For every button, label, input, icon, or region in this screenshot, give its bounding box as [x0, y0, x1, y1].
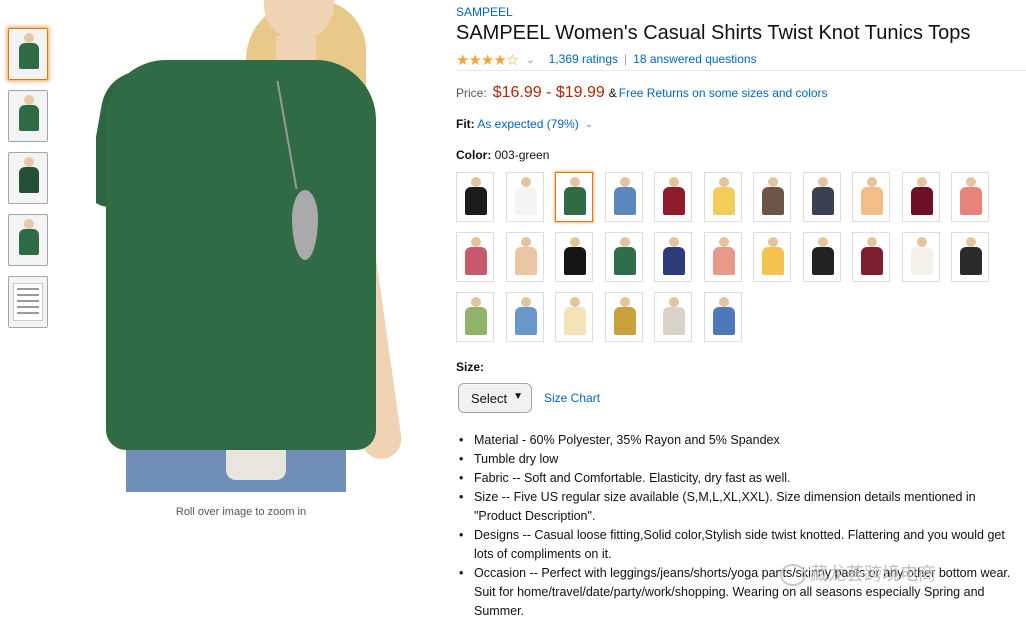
color-swatch-21[interactable]: [902, 232, 940, 282]
color-swatch-24[interactable]: [506, 292, 544, 342]
color-swatch-6[interactable]: [704, 172, 742, 222]
size-select-dropdown[interactable]: Select ▼: [458, 383, 532, 413]
feature-bullet: Designs -- Casual loose fitting,Solid co…: [456, 526, 1026, 564]
size-chart-link[interactable]: Size Chart: [544, 391, 600, 405]
chevron-down-icon[interactable]: ⌄: [585, 119, 593, 130]
color-swatch-13[interactable]: [506, 232, 544, 282]
main-product-image[interactable]: [96, 0, 408, 492]
thumbnail-4[interactable]: [8, 214, 48, 266]
feature-bullets: Material - 60% Polyester, 35% Rayon and …: [456, 431, 1026, 619]
price-amp: &: [608, 86, 617, 100]
color-swatch-27[interactable]: [654, 292, 692, 342]
divider: [456, 70, 1026, 71]
color-swatch-25[interactable]: [555, 292, 593, 342]
size-label: Size:: [456, 360, 485, 374]
watermark-text: 藏龙荟跨境电商: [810, 564, 936, 584]
feature-bullet: Tumble dry low: [456, 450, 1026, 469]
color-swatch-15[interactable]: [605, 232, 643, 282]
color-label: Color:: [456, 148, 492, 162]
size-select-label: Select: [471, 391, 508, 406]
rating-row: ★★★★☆ ⌄ 1,369 ratings | 18 answered question…: [456, 51, 757, 69]
color-swatch-11[interactable]: [951, 172, 989, 222]
color-swatch-28[interactable]: [704, 292, 742, 342]
thumbnail-3[interactable]: [8, 152, 48, 204]
color-swatch-17[interactable]: [704, 232, 742, 282]
separator: |: [624, 52, 628, 67]
color-swatch-14[interactable]: [555, 232, 593, 282]
color-swatch-3[interactable]: [555, 172, 593, 222]
product-title: SAMPEEL Women's Casual Shirts Twist Knot…: [456, 22, 971, 44]
thumbnail-5-size-chart[interactable]: [8, 276, 48, 328]
watermark: 藏龙荟跨境电商: [780, 560, 936, 587]
color-swatch-1[interactable]: [456, 172, 494, 222]
price-range: $16.99 - $19.99: [492, 84, 605, 101]
color-swatch-16[interactable]: [654, 232, 692, 282]
thumbnail-1[interactable]: [8, 28, 48, 80]
zoom-hint: Roll over image to zoom in: [175, 506, 307, 518]
fit-row: Fit: As expected (79%) ⌄: [456, 117, 593, 131]
feature-bullet: Occasion -- Perfect with leggings/jeans/…: [456, 564, 1026, 619]
feature-bullet: Material - 60% Polyester, 35% Rayon and …: [456, 431, 1026, 450]
star-rating-icon[interactable]: ★★★★☆: [456, 51, 519, 69]
color-swatch-7[interactable]: [753, 172, 791, 222]
color-swatch-26[interactable]: [605, 292, 643, 342]
color-swatch-23[interactable]: [456, 292, 494, 342]
chevron-down-icon: ▼: [513, 391, 523, 402]
color-swatch-2[interactable]: [506, 172, 544, 222]
thumbnail-2[interactable]: [8, 90, 48, 142]
color-swatch-8[interactable]: [803, 172, 841, 222]
color-swatch-18[interactable]: [753, 232, 791, 282]
color-swatch-22[interactable]: [951, 232, 989, 282]
price-label: Price:: [456, 86, 487, 100]
free-returns-link[interactable]: Free Returns on some sizes and colors: [619, 86, 828, 100]
answered-questions-link[interactable]: 18 answered questions: [633, 52, 756, 66]
color-swatch-19[interactable]: [803, 232, 841, 282]
color-swatch-20[interactable]: [852, 232, 890, 282]
chevron-down-icon[interactable]: ⌄: [526, 55, 534, 66]
color-swatch-5[interactable]: [654, 172, 692, 222]
color-swatch-12[interactable]: [456, 232, 494, 282]
fit-label: Fit:: [456, 117, 475, 131]
feature-bullet: Fabric -- Soft and Comfortable. Elastici…: [456, 469, 1026, 488]
thumbnail-strip: [8, 28, 50, 338]
color-row: Color: 003-green: [456, 148, 549, 162]
color-swatch-10[interactable]: [902, 172, 940, 222]
brand-link[interactable]: SAMPEEL: [456, 5, 513, 19]
color-swatch-9[interactable]: [852, 172, 890, 222]
price-row: Price: $16.99 - $19.99 & Free Returns on so…: [456, 84, 828, 102]
ratings-link[interactable]: 1,369 ratings: [549, 52, 618, 66]
feature-bullet: Size -- Five US regular size available (…: [456, 488, 1026, 526]
wechat-icon: [780, 564, 806, 587]
color-swatch-4[interactable]: [605, 172, 643, 222]
fit-value-link[interactable]: As expected (79%): [477, 117, 578, 131]
color-value: 003-green: [494, 148, 550, 162]
